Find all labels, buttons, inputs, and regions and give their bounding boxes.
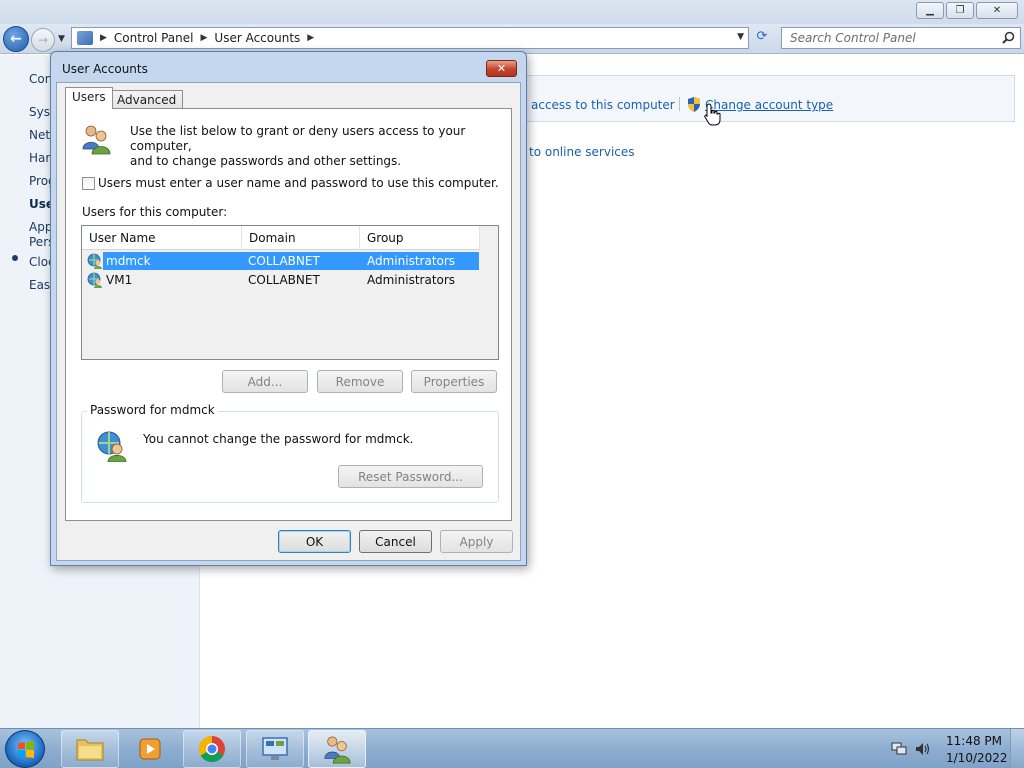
window-titlebar: ▁ ❐ ✕ xyxy=(0,0,1024,24)
user-accounts-dialog: User Accounts ✕ Users Advanced Use the l… xyxy=(50,51,527,566)
clock-time[interactable]: 11:48 PM xyxy=(946,734,1002,748)
taskbar-chrome[interactable] xyxy=(183,730,241,768)
change-account-type-link[interactable]: Change account type xyxy=(705,98,833,112)
users-list-label: Users for this computer: xyxy=(82,205,228,219)
search-input[interactable]: Search Control Panel xyxy=(781,27,1021,49)
clock-date[interactable]: 1/10/2022 xyxy=(946,751,1008,765)
control-panel-icon xyxy=(77,31,93,45)
restore-button[interactable]: ❐ xyxy=(946,2,974,19)
recent-pages-dropdown-icon[interactable]: ▼ xyxy=(58,34,65,44)
dialog-close-button[interactable]: ✕ xyxy=(486,60,517,77)
sidebar-item-control-panel-home[interactable]: Con xyxy=(29,72,52,86)
online-services-link[interactable]: to online services xyxy=(529,145,635,159)
start-button[interactable] xyxy=(5,730,45,768)
reset-password-button[interactable]: Reset Password... xyxy=(338,465,483,488)
users-access-link[interactable]: rs access to this computer xyxy=(516,98,675,112)
taskbar-file-explorer[interactable] xyxy=(61,730,119,768)
user-password-icon xyxy=(97,431,127,462)
password-groupbox: Password for mdmck You cannot change the… xyxy=(81,403,499,503)
require-password-label[interactable]: Users must enter a user name and passwor… xyxy=(98,176,499,190)
users-list[interactable]: User Name Domain Group mdmck COLLABNET A… xyxy=(81,225,499,360)
table-row[interactable]: mdmck COLLABNET Administrators xyxy=(85,252,479,270)
tab-users[interactable]: Users xyxy=(65,87,113,109)
add-user-button[interactable]: Add... xyxy=(222,370,308,393)
search-icon[interactable] xyxy=(1002,31,1015,44)
navigation-bar: ← → ▼ ▶ Control Panel ▶ User Accounts ▶ … xyxy=(0,24,1024,54)
group-cell: Administrators xyxy=(367,273,456,287)
hand-cursor-icon xyxy=(704,103,721,126)
forward-button[interactable]: → xyxy=(31,28,55,52)
address-bar[interactable]: ▶ Control Panel ▶ User Accounts ▶ ▼ xyxy=(71,27,749,49)
properties-button[interactable]: Properties xyxy=(411,370,497,393)
user-accounts-icon xyxy=(324,736,351,764)
close-icon: ✕ xyxy=(496,62,507,75)
window-close-button[interactable]: ✕ xyxy=(976,2,1018,19)
password-info-text: You cannot change the password for mdmck… xyxy=(143,432,414,446)
column-group[interactable]: Group xyxy=(360,226,480,250)
search-placeholder: Search Control Panel xyxy=(790,31,916,45)
users-icon xyxy=(82,125,111,155)
user-name-cell: mdmck xyxy=(106,254,151,268)
sidebar-item-appearance[interactable]: App xyxy=(29,220,52,234)
taskbar: 11:48 PM 1/10/2022 xyxy=(0,728,1024,768)
network-icon[interactable] xyxy=(891,742,907,756)
active-bullet-icon xyxy=(12,255,18,261)
refresh-icon[interactable]: ⟳ xyxy=(752,29,772,47)
minimize-button[interactable]: ▁ xyxy=(916,2,944,19)
domain-cell: COLLABNET xyxy=(248,273,320,287)
address-dropdown-icon[interactable]: ▼ xyxy=(737,32,744,42)
ok-button[interactable]: OK xyxy=(278,530,351,553)
group-cell: Administrators xyxy=(367,254,456,268)
domain-user-icon xyxy=(87,253,102,269)
folder-icon xyxy=(76,739,104,761)
chrome-icon xyxy=(198,735,225,763)
tab-advanced[interactable]: Advanced xyxy=(110,90,184,110)
back-button[interactable]: ← xyxy=(3,26,29,52)
volume-icon[interactable] xyxy=(915,742,931,756)
apply-button[interactable]: Apply xyxy=(440,530,513,553)
column-user-name[interactable]: User Name xyxy=(82,226,242,250)
password-group-title: Password for mdmck xyxy=(87,403,218,417)
column-domain[interactable]: Domain xyxy=(242,226,360,250)
breadcrumb-chevron-icon[interactable]: ▶ xyxy=(201,33,208,43)
require-password-checkbox[interactable] xyxy=(82,177,95,190)
breadcrumb-chevron-icon[interactable]: ▶ xyxy=(100,33,107,43)
windows-logo-icon xyxy=(18,741,34,758)
dialog-body: Users Advanced Use the list below to gra… xyxy=(56,82,521,561)
taskbar-media-player[interactable] xyxy=(121,730,179,768)
uac-shield-icon xyxy=(688,97,700,112)
dialog-title: User Accounts xyxy=(62,62,148,76)
users-tab-pane: Use the list below to grant or deny user… xyxy=(65,108,512,521)
remote-desktop-icon xyxy=(262,737,288,760)
breadcrumb-control-panel[interactable]: Control Panel xyxy=(114,31,194,45)
cancel-button[interactable]: Cancel xyxy=(359,530,432,553)
domain-user-icon xyxy=(87,272,102,288)
media-player-icon xyxy=(139,738,161,760)
users-list-header: User Name Domain Group xyxy=(82,226,480,250)
show-desktop-button[interactable] xyxy=(1010,729,1024,768)
breadcrumb-chevron-icon[interactable]: ▶ xyxy=(307,33,314,43)
link-separator xyxy=(679,97,680,111)
table-row[interactable]: VM1 COLLABNET Administrators xyxy=(85,271,479,289)
domain-cell: COLLABNET xyxy=(248,254,320,268)
taskbar-user-accounts[interactable] xyxy=(308,730,366,768)
taskbar-remote-desktop[interactable] xyxy=(246,730,304,768)
window-controls: ▁ ❐ ✕ xyxy=(914,2,1018,19)
intro-text: Use the list below to grant or deny user… xyxy=(130,124,466,168)
breadcrumb-user-accounts[interactable]: User Accounts xyxy=(214,31,300,45)
remove-user-button[interactable]: Remove xyxy=(317,370,403,393)
user-name-cell: VM1 xyxy=(106,273,133,287)
